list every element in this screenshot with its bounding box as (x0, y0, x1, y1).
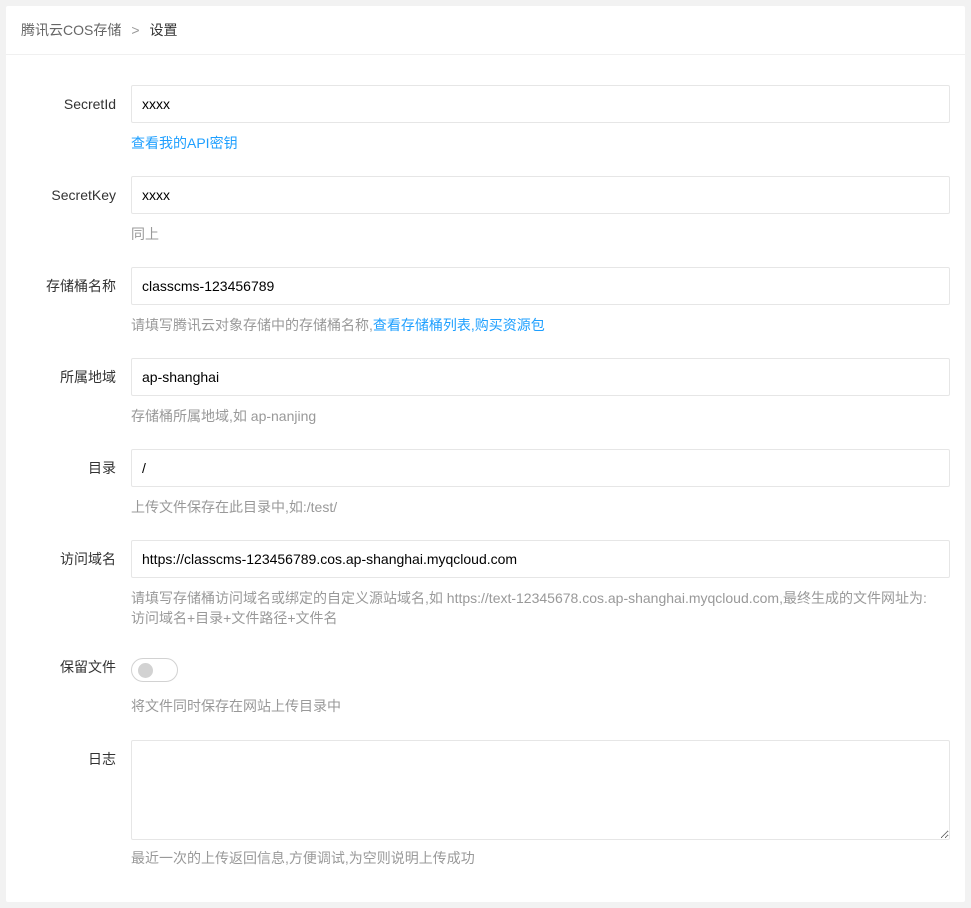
bucket-help-text: 请填写腾讯云对象存储中的存储桶名称, (131, 317, 373, 333)
log-label: 日志 (88, 751, 116, 767)
keep-file-help: 将文件同时保存在网站上传目录中 (131, 698, 341, 714)
secret-id-help: 查看我的API密钥 (131, 133, 950, 153)
buy-resource-pack-link[interactable]: 购买资源包 (475, 317, 545, 333)
secret-id-label: SecretId (63, 96, 116, 112)
breadcrumb: 腾讯云COS存储 > 设置 (6, 6, 965, 55)
keep-file-toggle[interactable] (131, 658, 178, 682)
breadcrumb-separator: > (131, 22, 140, 38)
directory-input[interactable] (131, 449, 950, 487)
region-label: 所属地域 (60, 369, 116, 385)
view-api-key-link[interactable]: 查看我的API密钥 (131, 135, 238, 151)
bucket-help: 请填写腾讯云对象存储中的存储桶名称,查看存储桶列表,购买资源包 (131, 315, 950, 335)
domain-help-line1: 请填写存储桶访问域名或绑定的自定义源站域名,如 https://text-123… (131, 590, 927, 606)
domain-input[interactable] (131, 540, 950, 578)
directory-label: 目录 (88, 460, 116, 476)
directory-help: 上传文件保存在此目录中,如:/test/ (131, 499, 338, 515)
keep-file-label: 保留文件 (60, 659, 116, 675)
log-help: 最近一次的上传返回信息,方便调试,为空则说明上传成功 (131, 850, 475, 866)
secret-key-input[interactable] (131, 176, 950, 214)
region-input[interactable] (131, 358, 950, 396)
domain-help: 请填写存储桶访问域名或绑定的自定义源站域名,如 https://text-123… (131, 588, 950, 628)
toggle-knob (138, 663, 153, 678)
breadcrumb-parent-link[interactable]: 腾讯云COS存储 (21, 20, 121, 40)
domain-label: 访问域名 (60, 551, 116, 567)
secret-key-label: SecretKey (51, 187, 116, 203)
bucket-input[interactable] (131, 267, 950, 305)
secret-id-input[interactable] (131, 85, 950, 123)
breadcrumb-current: 设置 (149, 22, 178, 38)
log-textarea[interactable] (131, 740, 950, 840)
region-help: 存储桶所属地域,如 ap-nanjing (131, 408, 317, 424)
secret-key-help: 同上 (131, 226, 159, 242)
bucket-label: 存储桶名称 (46, 278, 116, 294)
domain-help-line2: 访问域名+目录+文件路径+文件名 (131, 610, 338, 626)
settings-panel: 腾讯云COS存储 > 设置 SecretId 查看我的API密钥 SecretK… (6, 6, 965, 902)
view-bucket-list-link[interactable]: 查看存储桶列表 (373, 317, 471, 333)
